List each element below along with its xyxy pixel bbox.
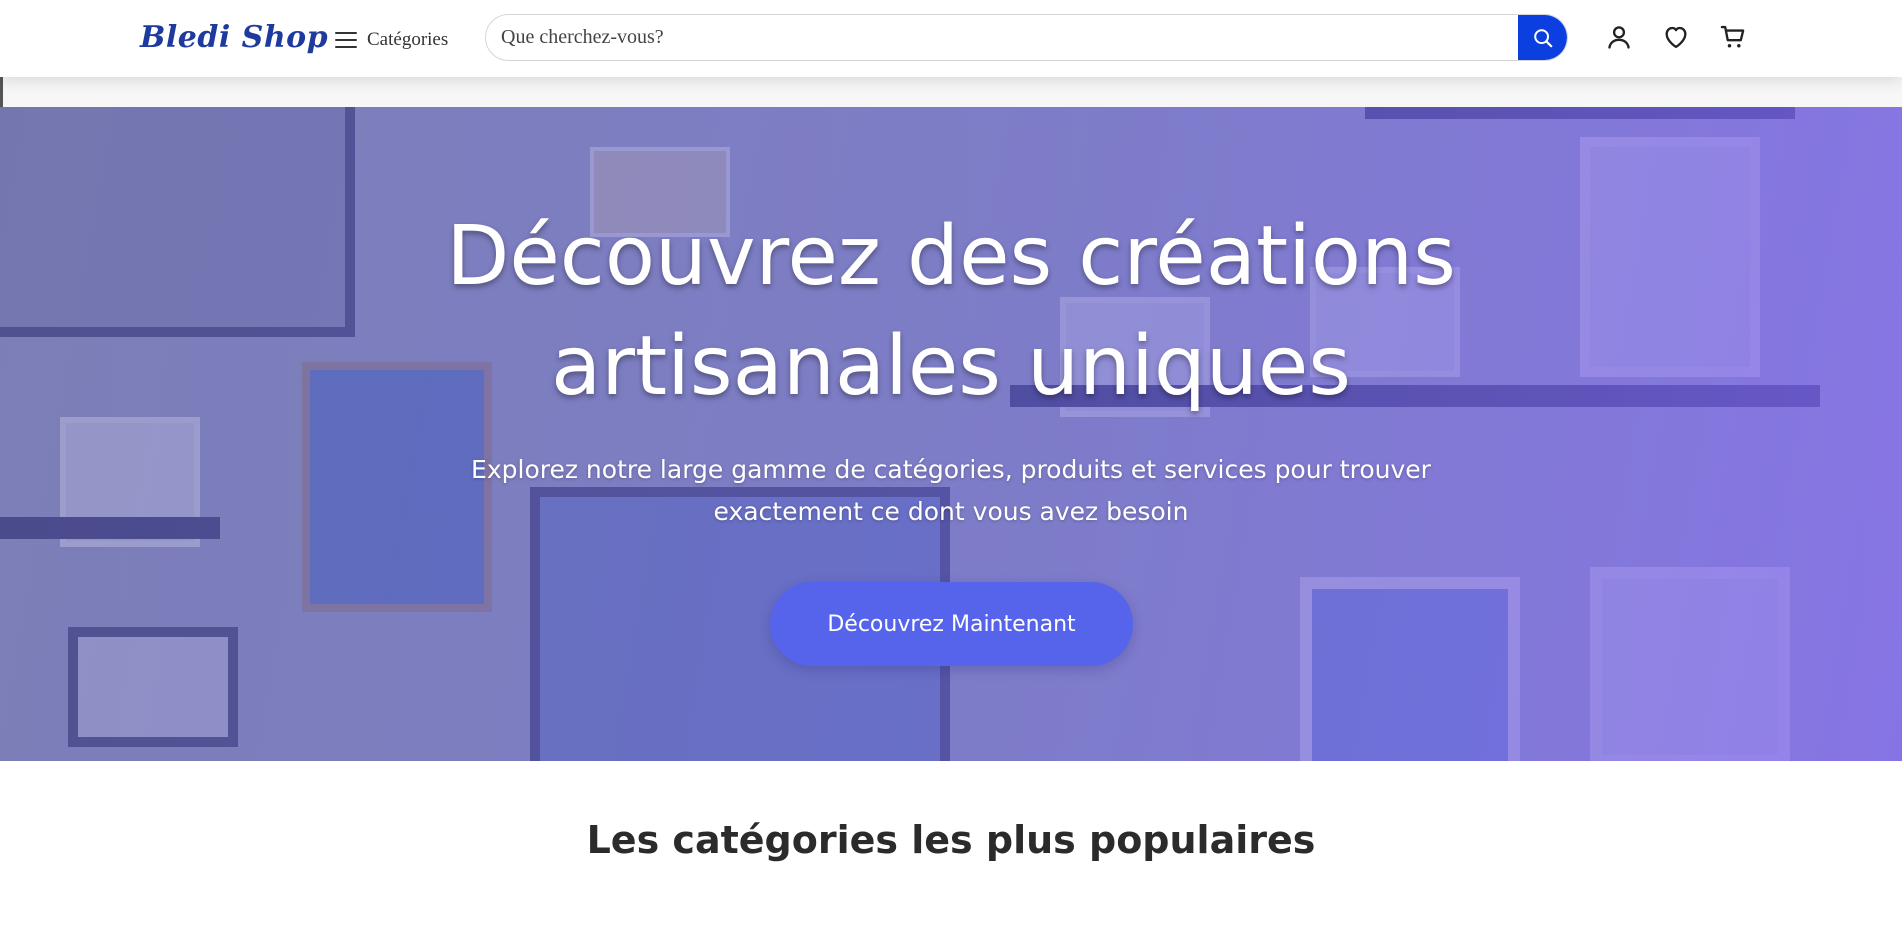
subbar-edge <box>0 77 3 107</box>
heart-icon <box>1665 26 1687 49</box>
hero-title-line: artisanales uniques <box>550 319 1352 414</box>
search-input[interactable] <box>486 15 1520 60</box>
categories-menu-button[interactable]: Catégories <box>335 24 448 56</box>
hero-title: Découvrez des créations artisanales uniq… <box>0 202 1902 422</box>
hero-banner: Découvrez des créations artisanales uniq… <box>0 107 1902 761</box>
hero-subtitle-line: Explorez notre large gamme de catégories… <box>471 455 1431 484</box>
hamburger-icon <box>335 32 357 48</box>
search-button[interactable] <box>1518 15 1567 60</box>
wishlist-button[interactable] <box>1661 22 1691 52</box>
hero-subtitle: Explorez notre large gamme de catégories… <box>0 449 1902 533</box>
header-subbar <box>0 77 1902 107</box>
site-header: Bledi Shop Catégories <box>0 0 1902 77</box>
hero-title-line: Découvrez des créations <box>446 209 1456 304</box>
hero-subtitle-line: exactement ce dont vous avez besoin <box>713 497 1189 526</box>
search-bar <box>485 14 1568 61</box>
cart-button[interactable] <box>1718 22 1748 52</box>
account-button[interactable] <box>1604 22 1634 52</box>
cart-icon <box>1720 25 1745 48</box>
categories-label: Catégories <box>367 29 449 50</box>
site-logo[interactable]: Bledi Shop <box>140 20 328 55</box>
popular-categories-title: Les catégories les plus populaires <box>586 818 1316 862</box>
discover-now-button[interactable]: Découvrez Maintenant <box>770 582 1133 666</box>
search-icon <box>1533 28 1552 47</box>
user-icon <box>1608 26 1630 49</box>
